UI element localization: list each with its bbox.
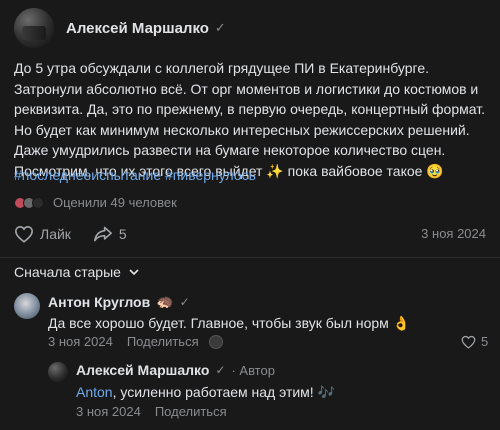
share-arrow-icon [93, 226, 112, 242]
rated-count-text: Оценили 49 человек [53, 195, 177, 210]
divider [0, 257, 500, 258]
like-label: Лайк [40, 226, 71, 242]
post-hashtags: #последнееиспытание #пивернулось [14, 167, 256, 183]
author-badge: · Автор [231, 362, 275, 378]
hashtag-link[interactable]: #последнееиспытание [14, 167, 161, 183]
commenter-name-text: Алексей Маршалко [76, 362, 210, 378]
comment-text: Да все хорошо будет. Главное, чтобы звук… [48, 315, 411, 331]
mention-link[interactable]: Anton [76, 384, 113, 400]
commenter-name[interactable]: Антон Круглов 🦔 ✓ [48, 293, 190, 310]
heart-icon [14, 225, 34, 243]
comment-meta: 3 ноя 2024 Поделиться [76, 404, 227, 419]
verified-check-icon: ✓ [215, 363, 226, 377]
comment-share-button[interactable]: Поделиться [155, 404, 227, 419]
chevron-down-icon [129, 269, 139, 275]
verified-check-icon: ✓ [214, 20, 226, 35]
post-text: До 5 утра обсуждали с коллегой грядущее … [14, 60, 485, 179]
reactor-avatar [32, 196, 44, 209]
comment-date[interactable]: 3 ноя 2024 [48, 334, 113, 349]
comment-date[interactable]: 3 ноя 2024 [76, 404, 141, 419]
commenter-avatar[interactable] [14, 293, 40, 319]
sort-label: Сначала старые [14, 264, 121, 280]
commenter-avatar[interactable] [48, 362, 68, 382]
reactions-summary[interactable]: Оценили 49 человек [14, 195, 177, 210]
hashtag-link[interactable]: #пивернулось [165, 167, 256, 183]
reactor-avatars [14, 196, 44, 209]
comment-text-body: , усиленно работаем над этим! 🎶 [112, 384, 336, 400]
like-button[interactable]: Лайк [14, 225, 71, 243]
commenter-name-text: Антон Круглов [48, 293, 151, 310]
commenter-emoji: 🦔 [156, 293, 174, 309]
commenter-name[interactable]: Алексей Маршалко ✓ · Автор [76, 362, 275, 378]
verified-check-icon: ✓ [179, 294, 190, 309]
heart-icon [461, 335, 476, 349]
post-author-name[interactable]: Алексей Маршалко [66, 20, 209, 37]
comment-sort-dropdown[interactable]: Сначала старые [14, 264, 139, 280]
comment-like-count: 5 [481, 334, 489, 349]
share-button[interactable]: 5 [93, 225, 127, 243]
comment-meta: 3 ноя 2024 Поделиться [48, 334, 223, 349]
comment-share-button[interactable]: Поделиться [127, 334, 199, 349]
comment-text: Anton, усиленно работаем над этим! 🎶 [76, 384, 335, 401]
post-actions: Лайк 5 [14, 222, 486, 246]
share-count: 5 [118, 226, 127, 242]
comment-like-button[interactable]: 5 [461, 334, 488, 349]
post-author-row: Алексей Маршалко ✓ [14, 8, 226, 48]
reactor-avatar [208, 334, 223, 349]
post-date[interactable]: 3 ноя 2024 [421, 226, 486, 241]
author-avatar[interactable] [14, 8, 54, 48]
